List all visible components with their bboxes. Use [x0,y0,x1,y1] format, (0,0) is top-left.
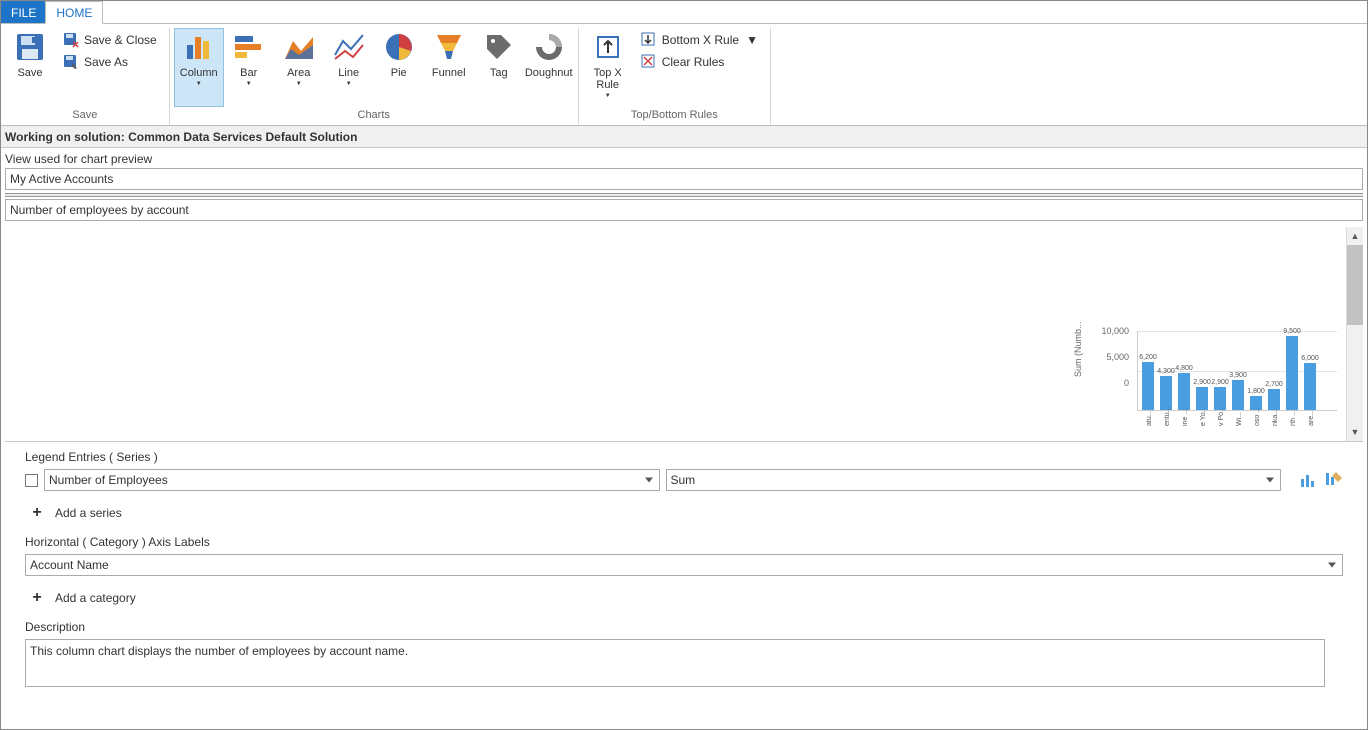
chart-preview-panel: Sum (Numb... 10,000 5,000 0 6,200atu... 4… [5,227,1363,442]
pie-chart-icon [383,31,415,63]
chart-plot-area: 6,200atu... 4,300entu... 4,800ine ... 2,900… [1137,331,1337,411]
separator [5,193,1363,197]
working-on-solution: Working on solution: Common Data Service… [1,126,1367,148]
chart-bar: 6,200atu... [1141,336,1155,410]
category-axis-label: Horizontal ( Category ) Axis Labels [25,535,1343,549]
series-edit-icon[interactable] [1325,471,1343,489]
chart-bar-button[interactable]: Bar ▼ [224,28,274,107]
clear-rules-button[interactable]: Clear Rules [635,52,764,72]
chart-doughnut-button[interactable]: Doughnut [524,28,574,107]
top-x-rule-button[interactable]: Top X Rule ▼ [583,28,633,107]
chart-tag-button[interactable]: Tag [474,28,524,107]
save-as-button[interactable]: Save As [57,52,163,72]
legend-series-panel: Legend Entries ( Series ) Number of Empl… [1,442,1367,695]
group-charts-label: Charts [174,107,574,125]
save-close-button[interactable]: Save & Close [57,30,163,50]
group-save: Save Save & Close Save As Save [1,28,170,125]
series-field-select[interactable]: Number of Employees [44,469,660,491]
tab-file[interactable]: FILE [1,1,46,23]
chart-funnel-button[interactable]: Funnel [424,28,474,107]
chart-bar: 9,500rth ... [1285,336,1299,410]
chart-bar: 2,900v Po... [1213,336,1227,410]
scroll-thumb[interactable] [1347,245,1363,325]
save-as-icon [63,54,79,70]
bottom-x-rule-label: Bottom X Rule [662,33,739,47]
group-top-bottom-label: Top/Bottom Rules [583,107,766,125]
legend-series-label: Legend Entries ( Series ) [25,450,1343,464]
column-chart-icon [183,31,215,63]
view-select[interactable]: My Active Accounts [5,168,1363,190]
funnel-chart-icon [433,31,465,63]
ribbon: Save Save & Close Save As Save [1,24,1367,126]
chart-column-button[interactable]: Column ▼ [174,28,224,107]
chart-bar: 2,900e Yo... [1195,336,1209,410]
chevron-down-icon: ▼ [346,81,352,87]
series-aggregate-select[interactable]: Sum [666,469,1282,491]
chevron-down-icon: ▼ [746,33,758,47]
save-icon [14,31,46,63]
plus-icon: + [29,505,45,521]
bar-chart-icon [233,31,265,63]
chart-y-axis-label: Sum (Numb... [1073,321,1083,377]
chart-bar: 1,800oso ... [1249,336,1263,410]
category-field-select[interactable]: Account Name [25,554,1343,576]
chart-bar: 4,800ine ... [1177,336,1191,410]
chart-bar: 6,000are... [1303,336,1317,410]
save-close-icon [63,32,79,48]
chart-line-button[interactable]: Line ▼ [324,28,374,107]
description-label: Description [25,620,1343,634]
chart-preview: Sum (Numb... 10,000 5,000 0 6,200atu... 4… [1073,227,1346,441]
chart-area-button[interactable]: Area ▼ [274,28,324,107]
chevron-down-icon: ▼ [196,81,202,87]
add-category-link[interactable]: + Add a category [25,590,1343,606]
area-chart-icon [283,31,315,63]
tab-home[interactable]: HOME [45,1,103,24]
chart-y-ticks: 10,000 5,000 0 [1101,327,1129,388]
save-close-label: Save & Close [84,33,157,47]
add-series-link[interactable]: + Add a series [25,505,1343,521]
chevron-down-icon: ▼ [246,81,252,87]
bottom-x-rule-icon [641,32,657,48]
chart-name-input[interactable]: Number of employees by account [5,199,1363,221]
scroll-down-icon[interactable]: ▼ [1347,423,1363,441]
clear-rules-label: Clear Rules [662,55,725,69]
clear-rules-icon [641,54,657,70]
chart-bar: 2,700rika... [1267,336,1281,410]
line-chart-icon [333,31,365,63]
group-top-bottom: Top X Rule ▼ Bottom X Rule ▼ Clear Rules [579,28,771,125]
view-used-label: View used for chart preview [1,148,1367,168]
plus-icon: + [29,590,45,606]
group-save-label: Save [5,107,165,125]
save-as-label: Save As [84,55,128,69]
tag-chart-icon [483,31,515,63]
series-checkbox[interactable] [25,474,38,487]
series-chart-type-icon[interactable] [1299,471,1317,489]
group-charts: Column ▼ Bar ▼ Area ▼ L [170,28,579,125]
description-textarea[interactable]: This column chart displays the number of… [25,639,1325,687]
chevron-down-icon: ▼ [296,81,302,87]
bottom-x-rule-button[interactable]: Bottom X Rule ▼ [635,30,764,50]
doughnut-chart-icon [533,31,565,63]
preview-scrollbar[interactable]: ▲ ▼ [1346,227,1363,441]
top-x-rule-icon [592,31,624,63]
chevron-down-icon: ▼ [605,93,611,99]
ribbon-tabs: FILE HOME [1,1,1367,24]
add-series-label: Add a series [55,506,122,520]
chart-bar: 4,300entu... [1159,336,1173,410]
scroll-up-icon[interactable]: ▲ [1347,227,1363,245]
chart-pie-button[interactable]: Pie [374,28,424,107]
save-button[interactable]: Save [5,28,55,107]
chart-bar: 3,900Wi... [1231,336,1245,410]
add-category-label: Add a category [55,591,136,605]
